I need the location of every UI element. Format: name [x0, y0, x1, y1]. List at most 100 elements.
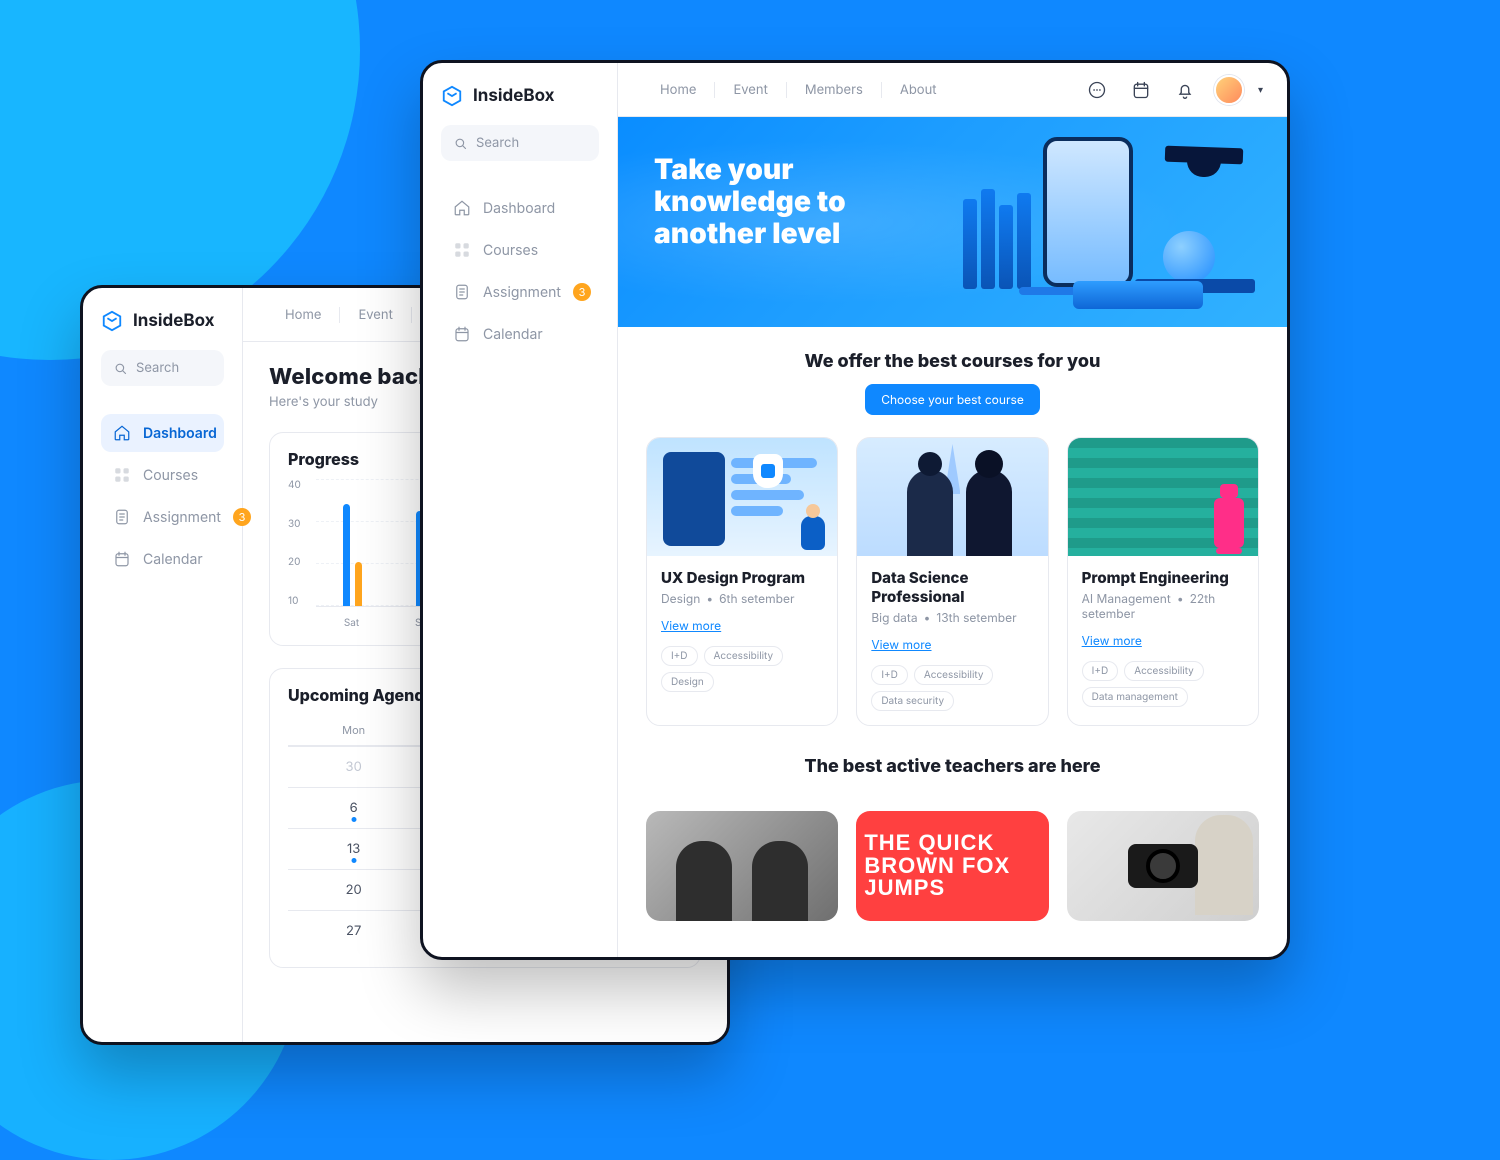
- tab-members[interactable]: Members: [787, 82, 882, 98]
- avatar[interactable]: [1214, 75, 1244, 105]
- sidebar-item-calendar[interactable]: Calendar: [101, 540, 224, 578]
- tab-event[interactable]: Event: [340, 307, 411, 323]
- course-thumb: [857, 438, 1047, 556]
- courses-main: Home Event Members About ▾ Take your kno…: [618, 63, 1287, 960]
- brand: InsideBox: [101, 310, 224, 332]
- search-icon: [113, 361, 128, 376]
- courses-window: InsideBox Search Dashboard Courses Assig…: [420, 60, 1290, 960]
- top-tabs: Home Event Members About: [642, 82, 955, 98]
- course-meta: AI Management•22th setember: [1082, 591, 1244, 621]
- tag: Data security: [871, 691, 954, 711]
- teacher-card[interactable]: [1067, 811, 1259, 921]
- chart-y-labels: 40302010: [288, 479, 301, 607]
- chat-icon: [1087, 80, 1107, 100]
- course-title: UX Design Program: [661, 568, 823, 587]
- tag: I+D: [661, 646, 698, 666]
- camera-icon: [1128, 844, 1198, 888]
- topbar: Home Event Members About ▾: [618, 63, 1287, 117]
- tab-home[interactable]: Home: [642, 82, 715, 98]
- teacher-card[interactable]: [646, 811, 838, 921]
- sidebar-nav: Dashboard Courses Assignment 3 Calendar: [441, 189, 599, 353]
- search-input[interactable]: Search: [441, 125, 599, 161]
- sidebar-item-assignment[interactable]: Assignment 3: [441, 273, 599, 311]
- chat-button[interactable]: [1082, 75, 1112, 105]
- view-more-link[interactable]: View more: [1082, 633, 1142, 648]
- search-input[interactable]: Search: [101, 350, 224, 386]
- sidebar-item-calendar[interactable]: Calendar: [441, 315, 599, 353]
- course-grid: UX Design Program Design•6th setember Vi…: [618, 419, 1287, 726]
- brand-name: InsideBox: [473, 86, 555, 106]
- tag: Accessibility: [914, 665, 994, 685]
- hero-illustration: [933, 137, 1263, 317]
- tag: Design: [661, 672, 714, 692]
- course-thumb: [647, 438, 837, 556]
- teacher-card[interactable]: THE QUICK BROWN FOX JUMPS: [856, 811, 1048, 921]
- sidebar-item-courses[interactable]: Courses: [101, 456, 224, 494]
- calendar-icon: [113, 550, 131, 568]
- home-icon: [113, 424, 131, 442]
- hero-banner: Take your knowledge to another level: [618, 117, 1287, 327]
- sidebar-item-label: Assignment: [143, 509, 221, 526]
- search-icon: [453, 136, 468, 151]
- course-title: Prompt Engineering: [1082, 568, 1244, 587]
- course-tags: I+D Accessibility Data management: [1082, 661, 1244, 707]
- choose-course-button[interactable]: Choose your best course: [865, 384, 1040, 415]
- sidebar-item-assignment[interactable]: Assignment 3: [101, 498, 224, 536]
- section-title: The best active teachers are here: [646, 756, 1259, 777]
- sidebar-item-courses[interactable]: Courses: [441, 231, 599, 269]
- section-title: We offer the best courses for you: [646, 351, 1259, 372]
- sidebar-item-label: Courses: [143, 467, 198, 484]
- search-placeholder: Search: [136, 360, 179, 376]
- search-placeholder: Search: [476, 135, 519, 151]
- sidebar-item-label: Dashboard: [483, 200, 555, 217]
- tag: I+D: [871, 665, 908, 685]
- tab-event[interactable]: Event: [715, 82, 786, 98]
- course-meta: Design•6th setember: [661, 591, 823, 606]
- sidebar: InsideBox Search Dashboard Courses Assig…: [423, 63, 618, 960]
- poster-text: THE QUICK BROWN FOX JUMPS: [864, 832, 1040, 899]
- sidebar-item-label: Calendar: [483, 326, 543, 343]
- courses-section: We offer the best courses for you Choose…: [618, 327, 1287, 419]
- document-icon: [453, 283, 471, 301]
- course-meta: Big data•13th setember: [871, 610, 1033, 625]
- course-tags: I+D Accessibility Data security: [871, 665, 1033, 711]
- assignment-badge: 3: [573, 283, 591, 301]
- grid-icon: [113, 466, 131, 484]
- teachers-section: The best active teachers are here: [618, 726, 1287, 793]
- logo-icon: [101, 310, 123, 332]
- sidebar-item-label: Assignment: [483, 284, 561, 301]
- hero-title: Take your knowledge to another level: [654, 153, 954, 250]
- tab-home[interactable]: Home: [267, 307, 340, 323]
- calendar-icon: [453, 325, 471, 343]
- sidebar-item-dashboard[interactable]: Dashboard: [101, 414, 224, 452]
- top-actions: ▾: [1082, 75, 1263, 105]
- teachers-grid: THE QUICK BROWN FOX JUMPS: [618, 793, 1287, 960]
- sidebar: InsideBox Search Dashboard Courses Assig…: [83, 288, 243, 1042]
- tab-about[interactable]: About: [882, 82, 955, 98]
- course-tags: I+D Accessibility Design: [661, 646, 823, 692]
- notifications-button[interactable]: [1170, 75, 1200, 105]
- course-card[interactable]: UX Design Program Design•6th setember Vi…: [646, 437, 838, 726]
- calendar-icon: [1131, 80, 1151, 100]
- sidebar-item-label: Calendar: [143, 551, 203, 568]
- document-icon: [113, 508, 131, 526]
- tag: Data management: [1082, 687, 1188, 707]
- course-card[interactable]: Data Science Professional Big data•13th …: [856, 437, 1048, 726]
- sidebar-nav: Dashboard Courses Assignment 3 Calendar: [101, 414, 224, 578]
- tag: Accessibility: [1124, 661, 1204, 681]
- view-more-link[interactable]: View more: [661, 618, 721, 633]
- chevron-down-icon[interactable]: ▾: [1258, 84, 1263, 96]
- home-icon: [453, 199, 471, 217]
- course-thumb: [1068, 438, 1258, 556]
- tag: Accessibility: [704, 646, 784, 666]
- logo-icon: [441, 85, 463, 107]
- sidebar-item-label: Dashboard: [143, 425, 217, 442]
- tag: I+D: [1082, 661, 1119, 681]
- view-more-link[interactable]: View more: [871, 637, 931, 652]
- grid-icon: [453, 241, 471, 259]
- course-card[interactable]: Prompt Engineering AI Management•22th se…: [1067, 437, 1259, 726]
- calendar-button[interactable]: [1126, 75, 1156, 105]
- brand: InsideBox: [441, 85, 599, 107]
- sidebar-item-label: Courses: [483, 242, 538, 259]
- sidebar-item-dashboard[interactable]: Dashboard: [441, 189, 599, 227]
